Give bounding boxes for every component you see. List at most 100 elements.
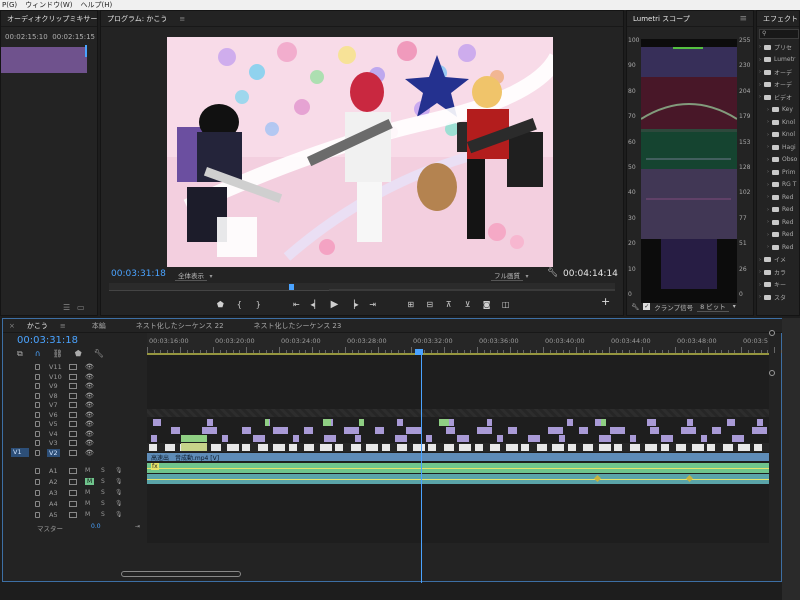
effects-list-item[interactable]: › ビデオ: [759, 91, 800, 104]
video-clip[interactable]: [443, 444, 454, 451]
go-to-in-icon[interactable]: ⇤: [291, 300, 301, 309]
chevron-right-icon[interactable]: ›: [767, 207, 769, 213]
video-clip[interactable]: [202, 427, 217, 434]
chevron-right-icon[interactable]: ›: [767, 182, 769, 188]
insert-icon[interactable]: ⊞: [406, 300, 416, 309]
video-clip[interactable]: [344, 427, 359, 434]
video-clip[interactable]: [288, 444, 297, 451]
video-clip[interactable]: [395, 435, 407, 442]
effects-list-item[interactable]: › Prim: [759, 166, 800, 179]
effects-search-field[interactable]: ⚲: [759, 29, 799, 39]
video-clip[interactable]: [567, 444, 576, 451]
settings-wrench-icon[interactable]: 🔧︎: [547, 268, 558, 278]
step-forward-icon[interactable]: ▕▸: [349, 300, 359, 309]
play-icon[interactable]: ▶: [330, 299, 340, 310]
in-point-icon[interactable]: {: [234, 300, 244, 309]
voiceover-mic-icon[interactable]: 🎙︎: [115, 500, 123, 507]
video-clip[interactable]: [446, 427, 455, 434]
mute-button[interactable]: M: [85, 489, 90, 496]
track-output-toggle-icon[interactable]: [69, 402, 77, 408]
track-output-toggle-icon[interactable]: [69, 440, 77, 446]
lock-icon[interactable]: [35, 402, 40, 408]
video-clip[interactable]: [151, 435, 157, 442]
video-clip[interactable]: [426, 435, 432, 442]
tab-nested-22[interactable]: ネスト化したシーケンス 22: [130, 321, 230, 331]
video-clip[interactable]: [477, 427, 492, 434]
video-clip[interactable]: [257, 444, 268, 451]
effects-list-item[interactable]: › Lumetr: [759, 54, 800, 67]
fit-dropdown[interactable]: 全体表示 ▾: [175, 270, 213, 281]
video-clip[interactable]: [676, 444, 686, 451]
video-clip[interactable]: [242, 444, 250, 451]
playhead-line[interactable]: [421, 349, 422, 583]
video-clip[interactable]: [474, 444, 483, 451]
video-clip[interactable]: [335, 444, 343, 451]
mixer-list-icon[interactable]: ☰: [63, 303, 70, 312]
eye-icon[interactable]: 👁︎: [85, 430, 94, 438]
video-clip[interactable]: [753, 444, 762, 451]
chevron-right-icon[interactable]: ›: [767, 144, 769, 150]
timeline-horizontal-scrollbar[interactable]: [121, 571, 241, 577]
video-clip[interactable]: [355, 435, 361, 442]
mute-button[interactable]: M: [85, 500, 90, 507]
program-menu-icon[interactable]: ≡: [173, 15, 191, 23]
eye-icon[interactable]: 👁︎: [85, 420, 94, 428]
video-clip[interactable]: [293, 435, 299, 442]
tab-nested-23[interactable]: ネスト化したシーケンス 23: [248, 321, 348, 331]
lock-icon[interactable]: [35, 449, 40, 456]
video-clip[interactable]: [457, 435, 469, 442]
track-output-toggle-icon[interactable]: [69, 512, 77, 518]
video-clip[interactable]: [732, 435, 744, 442]
solo-button[interactable]: S: [101, 489, 105, 496]
panel-menu-icon[interactable]: ≡: [739, 14, 753, 24]
timeline-vertical-scrollbar[interactable]: [768, 330, 776, 580]
video-clip[interactable]: [324, 435, 336, 442]
eye-icon[interactable]: 👁︎: [85, 373, 94, 381]
video-clip[interactable]: [304, 427, 313, 434]
video-clip[interactable]: [319, 444, 332, 451]
close-icon[interactable]: ×: [3, 322, 21, 330]
quality-dropdown[interactable]: フル画質 ▾: [491, 270, 529, 281]
video-clip[interactable]: [222, 435, 228, 442]
track-output-toggle-icon[interactable]: [69, 421, 77, 427]
voiceover-mic-icon[interactable]: 🎙︎: [115, 467, 123, 474]
tab-effects[interactable]: エフェクト: [757, 14, 800, 24]
video-clip[interactable]: [207, 419, 213, 426]
program-video-frame[interactable]: [167, 37, 553, 267]
timeline-timecode[interactable]: 00:03:31:18: [17, 335, 78, 346]
video-clip[interactable]: [712, 427, 721, 434]
video-clip[interactable]: [226, 444, 239, 451]
chevron-right-icon[interactable]: ›: [767, 169, 769, 175]
video-clip[interactable]: [610, 427, 625, 434]
lock-icon[interactable]: [35, 411, 40, 418]
video-clip-green[interactable]: [439, 419, 449, 426]
video-clip[interactable]: [149, 444, 157, 451]
nest-icon[interactable]: ⧉: [17, 349, 23, 359]
effects-list-item[interactable]: › Red: [759, 216, 800, 229]
video-clip[interactable]: [397, 444, 407, 451]
track-output-toggle-icon[interactable]: [69, 449, 77, 456]
master-go-to-end-icon[interactable]: ⇥: [135, 523, 140, 530]
eye-icon[interactable]: 👁︎: [85, 401, 94, 409]
lock-icon[interactable]: [35, 501, 40, 507]
track-area[interactable]: 高速出 音成動.mp4 [V] fx: [147, 355, 769, 543]
sequence-menu-icon[interactable]: ≡: [54, 322, 72, 330]
add-button[interactable]: +: [601, 295, 610, 308]
video-clip[interactable]: [661, 435, 673, 442]
lock-icon[interactable]: [35, 468, 40, 474]
step-back-icon[interactable]: ◂▏: [310, 300, 320, 309]
program-scrubber[interactable]: [109, 283, 615, 291]
effects-list-item[interactable]: › Red: [759, 191, 800, 204]
video-clip[interactable]: [722, 444, 733, 451]
effects-list-item[interactable]: › Red: [759, 229, 800, 242]
solo-button[interactable]: S: [101, 467, 105, 474]
time-ruler[interactable]: 00:03:16:00 00:03:20:00 00:03:24:00 00:03:2…: [147, 333, 795, 355]
effects-list-item[interactable]: › プリセ: [759, 41, 800, 54]
chevron-right-icon[interactable]: ›: [759, 44, 761, 50]
video-clip[interactable]: [490, 444, 500, 451]
video-clip[interactable]: [508, 427, 517, 434]
voiceover-mic-icon[interactable]: 🎙︎: [115, 478, 123, 485]
video-clip[interactable]: [757, 419, 763, 426]
video-clip[interactable]: [687, 419, 693, 426]
tab-main-edit[interactable]: 本編: [86, 321, 112, 331]
